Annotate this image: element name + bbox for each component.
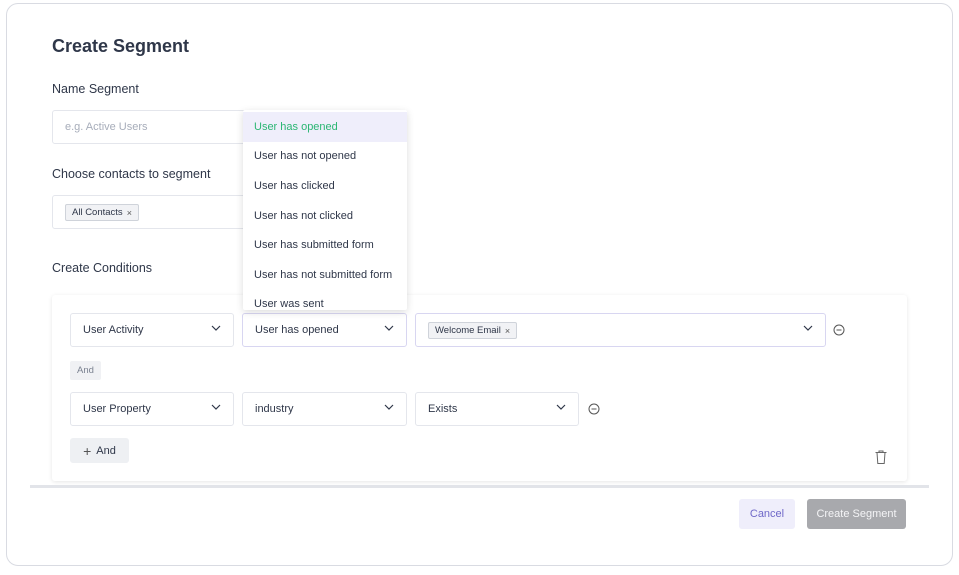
condition-field-select-1[interactable]: User Activity	[70, 313, 234, 347]
dropdown-item-user-has-opened[interactable]: User has opened	[243, 112, 407, 142]
close-icon[interactable]: ×	[505, 326, 510, 336]
value-tag: Welcome Email ×	[428, 322, 518, 339]
dropdown-item-user-has-clicked[interactable]: User has clicked	[243, 171, 407, 201]
modal-title: Create Segment	[52, 36, 190, 56]
segment-name-input[interactable]: e.g. Active Users	[52, 110, 252, 144]
condition-value-select-1[interactable]: Welcome Email ×	[415, 313, 826, 347]
chevron-down-icon	[211, 323, 221, 333]
add-and-button[interactable]: + And	[70, 438, 129, 463]
cancel-button[interactable]: Cancel	[739, 499, 795, 529]
minus-circle-icon[interactable]	[588, 403, 600, 415]
value-tag-label: Welcome Email	[435, 325, 501, 336]
chevron-down-icon	[556, 402, 566, 412]
segment-name-placeholder: e.g. Active Users	[65, 121, 148, 133]
plus-icon: +	[83, 442, 92, 459]
close-icon[interactable]: ×	[127, 208, 132, 218]
chevron-down-icon	[384, 402, 394, 412]
chevron-down-icon	[803, 323, 813, 333]
contacts-tag-label: All Contacts	[72, 207, 123, 218]
trash-icon[interactable]	[874, 449, 888, 465]
condition-operator-select-2[interactable]: industry	[242, 392, 407, 426]
condition-field-select-2[interactable]: User Property	[70, 392, 234, 426]
contacts-label: Choose contacts to segment	[52, 167, 211, 181]
chevron-down-icon	[384, 323, 394, 333]
condition-operator-value-1: User has opened	[255, 324, 339, 336]
condition-value-2: Exists	[428, 403, 458, 415]
condition-field-value-1: User Activity	[83, 324, 144, 336]
name-segment-label: Name Segment	[52, 82, 139, 96]
condition-operator-select-1[interactable]: User has opened	[242, 313, 407, 347]
create-segment-button[interactable]: Create Segment	[807, 499, 906, 529]
contacts-select[interactable]: All Contacts ×	[52, 195, 252, 229]
footer-divider	[30, 485, 929, 488]
conditions-label: Create Conditions	[52, 261, 153, 275]
create-segment-modal	[6, 3, 953, 566]
add-and-label: And	[96, 444, 116, 457]
condition-operator-value-2: industry	[255, 403, 294, 415]
dropdown-item-user-has-not-clicked[interactable]: User has not clicked	[243, 201, 407, 231]
dropdown-item-user-has-not-opened[interactable]: User has not opened	[243, 141, 407, 171]
dropdown-item-user-was-sent[interactable]: User was sent	[243, 289, 407, 310]
and-badge: And	[70, 361, 101, 380]
dropdown-item-user-has-submitted-form[interactable]: User has submitted form	[243, 230, 407, 260]
condition-field-value-2: User Property	[83, 403, 151, 415]
operator-dropdown-menu: User has opened User has not opened User…	[243, 110, 407, 310]
minus-circle-icon[interactable]	[833, 324, 845, 336]
condition-value-select-2[interactable]: Exists	[415, 392, 579, 426]
chevron-down-icon	[211, 402, 221, 412]
dropdown-item-user-has-not-submitted-form[interactable]: User has not submitted form	[243, 260, 407, 290]
contacts-tag: All Contacts ×	[65, 204, 139, 221]
